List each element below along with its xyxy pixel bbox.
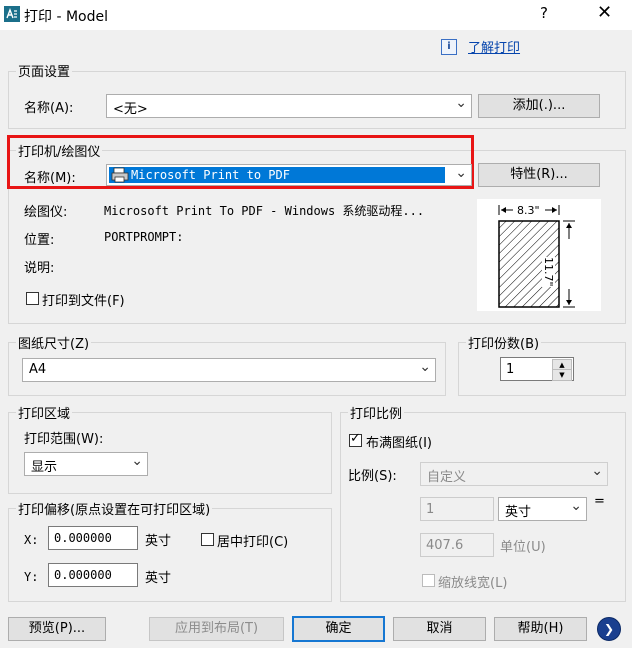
preview-button[interactable]: 预览(P)... bbox=[8, 617, 106, 641]
chevron-down-icon: ⌄ bbox=[131, 453, 143, 469]
scale-units-input[interactable]: 407.6 bbox=[420, 533, 494, 557]
plot-range-dropdown[interactable]: 显示 ⌄ bbox=[24, 452, 148, 476]
scale-lineweights-label: 缩放线宽(L) bbox=[438, 576, 508, 591]
scale-unit-dropdown[interactable]: 英寸 ⌄ bbox=[498, 497, 587, 521]
plotter-value: Microsoft Print To PDF - Windows 系统驱动程..… bbox=[104, 204, 425, 218]
page-setup-name-label: 名称(A): bbox=[24, 101, 74, 116]
print-to-file-checkbox[interactable] bbox=[26, 292, 39, 305]
window-title: 打印 - Model bbox=[24, 9, 108, 25]
plot-offset-group bbox=[8, 508, 332, 602]
more-options-button[interactable]: ❯ bbox=[597, 617, 621, 641]
scale-lineweights-checkbox[interactable] bbox=[422, 574, 435, 587]
plotter-label: 绘图仪: bbox=[24, 205, 68, 220]
offset-y-label: Y: bbox=[24, 570, 39, 584]
chevron-down-icon: ⌄ bbox=[455, 95, 467, 111]
page-setup-heading: 页面设置 bbox=[16, 61, 73, 80]
printer-name-dropdown[interactable]: Microsoft Print to PDF ⌄ bbox=[106, 164, 472, 186]
location-label: 位置: bbox=[24, 233, 55, 248]
chevron-down-icon: ⌄ bbox=[570, 498, 582, 514]
copies-spin-down[interactable]: ▼ bbox=[552, 369, 572, 381]
offset-y-unit: 英寸 bbox=[145, 571, 172, 586]
page-setup-name-dropdown[interactable]: <无> ⌄ bbox=[106, 94, 472, 118]
apply-to-layout-button[interactable]: 应用到布局(T) bbox=[149, 617, 284, 641]
print-to-file-label: 打印到文件(F) bbox=[42, 294, 125, 309]
offset-x-label: X: bbox=[24, 533, 39, 547]
chevron-down-icon: ⌄ bbox=[419, 359, 431, 375]
chevron-down-icon: ⌄ bbox=[455, 165, 467, 181]
scale-label: 比例(S): bbox=[348, 469, 397, 484]
learn-plotting-link[interactable]: 了解打印 bbox=[468, 37, 520, 56]
printer-heading: 打印机/绘图仪 bbox=[16, 141, 103, 160]
help-button[interactable]: 帮助(H) bbox=[494, 617, 587, 641]
cancel-button[interactable]: 取消 bbox=[393, 617, 486, 641]
scale-equals-sign: = bbox=[594, 494, 605, 509]
printer-name-label: 名称(M): bbox=[24, 171, 76, 186]
paper-size-heading: 图纸尺寸(Z) bbox=[16, 333, 92, 352]
chevron-down-icon: ⌄ bbox=[591, 463, 603, 479]
fit-to-paper-checkbox[interactable]: ✓ bbox=[349, 431, 362, 447]
autocad-app-icon bbox=[4, 6, 20, 22]
fit-to-paper-label: 布满图纸(I) bbox=[366, 436, 432, 451]
paper-width-label: 8.3" bbox=[516, 204, 541, 217]
window-help-button[interactable]: ? bbox=[540, 4, 548, 22]
offset-x-input[interactable]: 0.000000 bbox=[48, 526, 138, 550]
checkmark-icon: ✓ bbox=[350, 431, 361, 446]
copies-heading: 打印份数(B) bbox=[466, 333, 542, 352]
plot-offset-heading: 打印偏移(原点设置在可打印区域) bbox=[16, 499, 213, 518]
scale-dropdown[interactable]: 自定义 ⌄ bbox=[420, 462, 608, 486]
offset-x-unit: 英寸 bbox=[145, 534, 172, 549]
paper-height-label: 11.7" bbox=[542, 257, 555, 287]
center-plot-label: 居中打印(C) bbox=[217, 535, 289, 550]
plot-scale-heading: 打印比例 bbox=[348, 403, 405, 422]
printer-properties-button[interactable]: 特性(R)... bbox=[478, 163, 600, 187]
paper-size-dropdown[interactable]: A4 ⌄ bbox=[22, 358, 436, 382]
copies-input[interactable]: 1 ▲ ▼ bbox=[500, 357, 574, 381]
printer-icon bbox=[111, 167, 131, 187]
plot-range-label: 打印范围(W): bbox=[24, 432, 104, 447]
expand-arrow-icon: ❯ bbox=[603, 622, 615, 636]
info-icon: i bbox=[441, 39, 457, 55]
location-value: PORTPROMPT: bbox=[104, 230, 184, 244]
description-label: 说明: bbox=[24, 261, 55, 276]
scale-units-label: 单位(U) bbox=[500, 540, 546, 555]
offset-y-input[interactable]: 0.000000 bbox=[48, 563, 138, 587]
paper-preview: 8.3" 11.7" bbox=[477, 199, 601, 311]
add-page-setup-button[interactable]: 添加(.)... bbox=[478, 94, 600, 118]
window-close-button[interactable]: ✕ bbox=[597, 2, 612, 23]
scale-value-input[interactable]: 1 bbox=[420, 497, 494, 521]
plot-area-heading: 打印区域 bbox=[16, 403, 73, 422]
center-plot-checkbox[interactable] bbox=[201, 533, 214, 546]
ok-button[interactable]: 确定 bbox=[292, 616, 385, 642]
